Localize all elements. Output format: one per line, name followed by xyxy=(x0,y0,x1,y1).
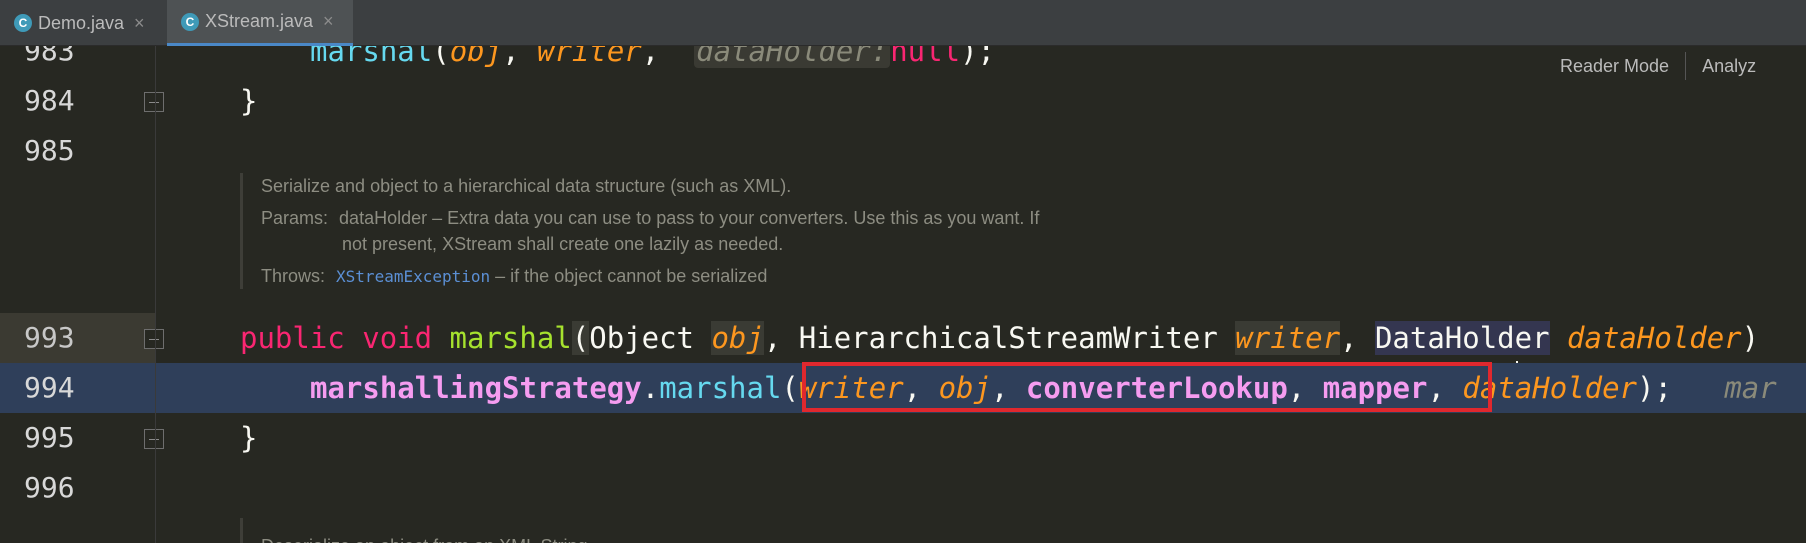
code-line-983: 983 marshal(obj, writer, dataHolder:null… xyxy=(0,46,1806,76)
close-icon[interactable]: × xyxy=(134,13,145,34)
fold-icon[interactable] xyxy=(144,92,164,112)
rendered-javadoc: Serialize and object to a hierarchical d… xyxy=(240,173,1140,289)
analyze-button[interactable]: Analyz xyxy=(1702,56,1756,77)
line-number: 985 xyxy=(24,134,75,167)
code-line-993: 993 public void marshal(Object obj, Hier… xyxy=(0,313,1806,363)
toolbar-divider xyxy=(1685,52,1687,80)
code-line-984: 984 } xyxy=(0,76,1806,126)
java-class-icon: C xyxy=(181,12,199,31)
line-number: 993 xyxy=(24,321,75,354)
doc-throws-label: Throws: xyxy=(261,266,326,286)
code-line-985: 985 xyxy=(0,126,1806,176)
reader-mode-bar: Reader Mode Analyz xyxy=(1560,46,1756,86)
gutter-divider xyxy=(155,46,156,543)
java-class-icon: C xyxy=(14,14,32,32)
tab-xstream-java[interactable]: C XStream.java × xyxy=(167,0,353,46)
close-icon[interactable]: × xyxy=(323,11,334,32)
tab-label: Demo.java xyxy=(38,12,125,33)
code-line-995: 995 } xyxy=(0,413,1806,463)
code-line-996: 996 xyxy=(0,463,1806,513)
line-number: 994 xyxy=(24,371,75,404)
code-text: } xyxy=(240,84,258,118)
fold-icon[interactable] xyxy=(144,329,164,349)
fold-icon[interactable] xyxy=(144,429,164,449)
line-number: 995 xyxy=(24,421,75,454)
doc-params: Params: dataHolder – Extra data you can … xyxy=(261,205,1140,231)
tab-demo-java[interactable]: C Demo.java × xyxy=(0,0,165,46)
doc-params-text: dataHolder – Extra data you can use to p… xyxy=(339,208,1040,228)
highlight-box xyxy=(802,362,1492,412)
line-number: 996 xyxy=(24,471,75,504)
doc-params-continued: not present, XStream shall create one la… xyxy=(342,234,784,254)
editor-tab-bar: C Demo.java × C XStream.java × xyxy=(0,0,1806,46)
doc-throws: Throws: XStreamException – if the object… xyxy=(261,263,1140,289)
line-number: 984 xyxy=(24,84,75,117)
doc-throws-text: – if the object cannot be serialized xyxy=(490,266,768,286)
next-javadoc: Deserialize an object from an XML String xyxy=(240,518,587,543)
code-text: marshal(obj, writer, dataHolder:null); xyxy=(310,46,995,76)
line-number: 983 xyxy=(24,46,75,67)
parameter-hint: dataHolder: xyxy=(694,46,891,68)
code-editor[interactable]: 983 marshal(obj, writer, dataHolder:null… xyxy=(0,46,1806,543)
reader-mode-button[interactable]: Reader Mode xyxy=(1560,56,1669,77)
tab-label: XStream.java xyxy=(205,11,314,31)
doc-summary: Serialize and object to a hierarchical d… xyxy=(261,176,792,196)
code-text: public void marshal(Object obj, Hierarch… xyxy=(240,321,1760,355)
exception-link[interactable]: XStreamException xyxy=(336,267,490,286)
code-text: } xyxy=(240,421,258,455)
doc-params-label: Params: xyxy=(261,208,329,228)
